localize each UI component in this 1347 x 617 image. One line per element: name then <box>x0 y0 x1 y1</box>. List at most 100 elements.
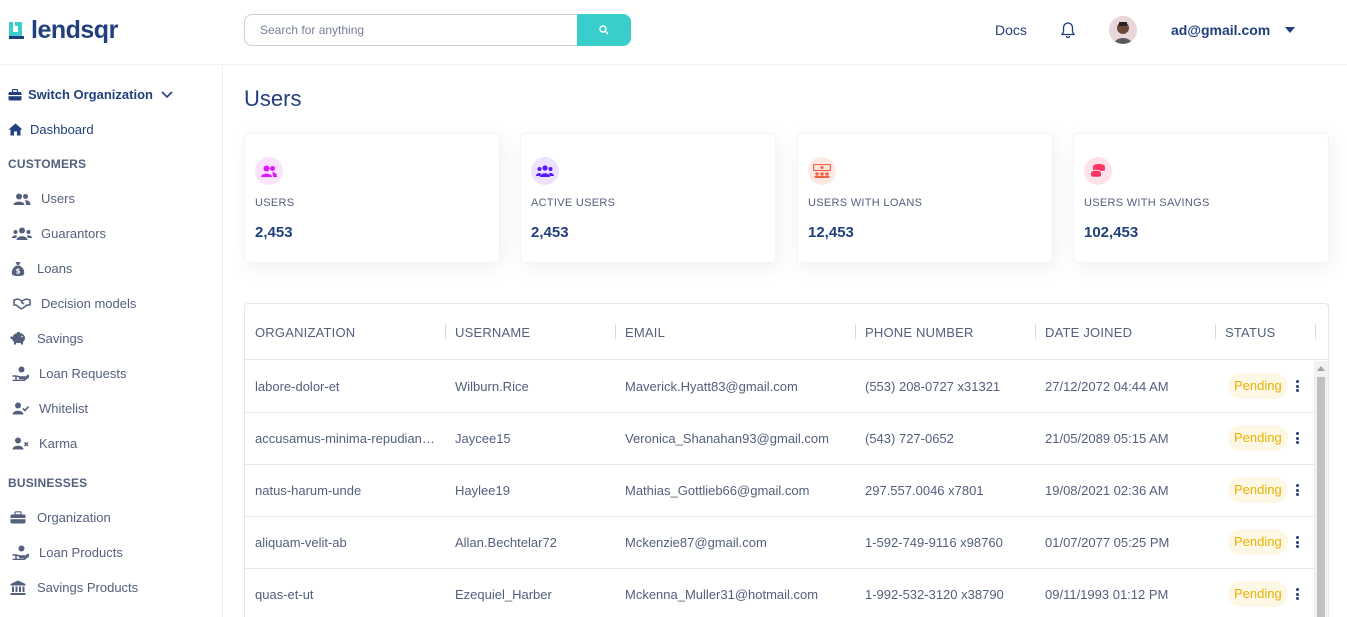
sidebar-item-loan-products[interactable]: Loan Products <box>10 535 233 570</box>
scroll-up-arrow-icon[interactable] <box>1317 366 1325 371</box>
search-icon <box>599 25 609 35</box>
cell-email: Mckenna_Muller31@hotmail.com <box>625 587 819 602</box>
status-badge: Pending <box>1228 373 1288 399</box>
section-heading-customers: CUSTOMERS <box>8 157 87 171</box>
cell-date-joined: 09/11/1993 01:12 PM <box>1045 587 1169 602</box>
loans-icon <box>808 157 836 185</box>
stat-label: USERS <box>255 197 295 209</box>
column-header-status[interactable]: STATUS <box>1225 325 1276 340</box>
sidebar-item-label: Whitelist <box>39 401 89 416</box>
svg-text:$: $ <box>16 268 21 276</box>
cell-phone-number: 1-592-749-9116 x98760 <box>865 535 1003 550</box>
table-row[interactable]: accusamus-minima-repudiandae Jaycee15 Ve… <box>245 413 1315 465</box>
column-header-phone-number[interactable]: PHONE NUMBER <box>865 325 974 340</box>
switch-organization[interactable]: Switch Organization <box>8 77 231 112</box>
column-header-username[interactable]: USERNAME <box>455 325 530 340</box>
stat-value: 2,453 <box>255 224 293 241</box>
cell-username: Jaycee15 <box>455 431 511 446</box>
sidebar-item-savings[interactable]: Savings <box>8 321 231 356</box>
avatar-image <box>1109 16 1137 44</box>
more-options-icon[interactable] <box>1293 534 1301 550</box>
active-users-icon <box>531 157 559 185</box>
cell-phone-number: 1-992-532-3120 x38790 <box>865 587 1004 602</box>
sidebar-item-label: Organization <box>37 510 111 525</box>
sidebar-item-loans[interactable]: $ Loans <box>8 251 231 286</box>
search-bar <box>244 14 631 46</box>
sidebar-item-whitelist[interactable]: Whitelist <box>10 391 233 426</box>
stat-value: 2,453 <box>531 224 569 241</box>
brand-name: lendsqr <box>31 15 118 44</box>
cell-username: Allan.Bechtelar72 <box>455 535 557 550</box>
table-header: ORGANIZATION USERNAME EMAIL PHONE NUMBER… <box>245 304 1328 360</box>
column-divider <box>445 324 446 339</box>
more-options-icon[interactable] <box>1293 586 1301 602</box>
column-header-email[interactable]: EMAIL <box>625 325 665 340</box>
top-bar: lendsqr Docs ad@gmail.com <box>0 0 1347 65</box>
switch-organization-label: Switch Organization <box>28 87 153 102</box>
sidebar-item-label: Users <box>41 191 75 206</box>
users-table: ORGANIZATION USERNAME EMAIL PHONE NUMBER… <box>244 303 1329 617</box>
table-row[interactable]: quas-et-ut Ezequiel_Harber Mckenna_Mulle… <box>245 569 1315 617</box>
cell-email: Mathias_Gottlieb66@gmail.com <box>625 483 810 498</box>
table-row[interactable]: labore-dolor-et Wilburn.Rice Maverick.Hy… <box>245 361 1315 413</box>
cell-date-joined: 27/12/2072 04:44 AM <box>1045 379 1169 394</box>
more-options-icon[interactable] <box>1293 430 1301 446</box>
search-button[interactable] <box>577 14 631 46</box>
cell-organization: labore-dolor-et <box>255 379 340 394</box>
brand-logo[interactable]: lendsqr <box>8 16 118 44</box>
table-scrollbar[interactable] <box>1314 361 1328 617</box>
notification-bell-icon[interactable] <box>1060 21 1076 39</box>
cell-date-joined: 21/05/2089 05:15 AM <box>1045 431 1169 446</box>
sidebar-item-label: Decision models <box>41 296 137 311</box>
cell-organization: accusamus-minima-repudiandae <box>255 431 435 446</box>
sidebar-item-loan-requests[interactable]: Loan Requests <box>10 356 233 391</box>
stat-label: USERS WITH LOANS <box>808 197 923 209</box>
sidebar-item-organization[interactable]: Organization <box>8 500 231 535</box>
users-icon <box>255 157 283 185</box>
cell-date-joined: 19/08/2021 02:36 AM <box>1045 483 1169 498</box>
sidebar-item-label: Karma <box>39 436 78 451</box>
sidebar-item-dashboard[interactable]: Dashboard <box>8 112 231 147</box>
stat-value: 102,453 <box>1084 224 1139 241</box>
sidebar-item-label: Loans <box>37 261 73 276</box>
cell-phone-number: (553) 208-0727 x31321 <box>865 379 1001 394</box>
cell-email: Veronica_Shanahan93@gmail.com <box>625 431 829 446</box>
sidebar-item-users[interactable]: Users <box>12 181 235 216</box>
sidebar-item-label: Dashboard <box>30 122 94 137</box>
sidebar-item-guarantors[interactable]: Guarantors <box>12 216 235 251</box>
users-icon <box>12 193 32 205</box>
table-row[interactable]: natus-harum-unde Haylee19 Mathias_Gottli… <box>245 465 1315 517</box>
more-options-icon[interactable] <box>1293 378 1301 394</box>
sidebar-item-savings-products[interactable]: Savings Products <box>8 570 231 605</box>
cell-email: Mckenzie87@gmail.com <box>625 535 767 550</box>
docs-link[interactable]: Docs <box>995 22 1027 38</box>
page-title: Users <box>244 86 302 111</box>
user-email[interactable]: ad@gmail.com <box>1171 22 1270 38</box>
user-check-icon <box>10 402 30 415</box>
sidebar-item-decision-models[interactable]: Decision models <box>12 286 235 321</box>
home-icon <box>8 123 23 136</box>
column-header-date-joined[interactable]: DATE JOINED <box>1045 325 1132 340</box>
column-header-organization[interactable]: ORGANIZATION <box>255 325 355 340</box>
scrollbar-thumb[interactable] <box>1317 377 1325 617</box>
cell-email: Maverick.Hyatt83@gmail.com <box>625 379 798 394</box>
cell-organization: aliquam-velit-ab <box>255 535 347 550</box>
sidebar-item-karma[interactable]: Karma <box>10 426 233 461</box>
sidebar: Switch Organization Dashboard CUSTOMERS … <box>0 65 223 617</box>
stat-card-users-with-loans: USERS WITH LOANS 12,453 <box>797 133 1053 263</box>
search-input[interactable] <box>244 14 577 46</box>
hand-coin-icon <box>10 545 30 560</box>
user-avatar[interactable] <box>1109 16 1137 44</box>
cell-username: Wilburn.Rice <box>455 379 529 394</box>
table-row[interactable]: aliquam-velit-ab Allan.Bechtelar72 Mcken… <box>245 517 1315 569</box>
savings-icon <box>1084 157 1112 185</box>
chevron-down-icon <box>161 90 173 98</box>
account-dropdown-icon[interactable] <box>1285 27 1295 33</box>
column-divider <box>1315 324 1316 339</box>
briefcase-icon <box>8 511 28 524</box>
column-divider <box>1035 324 1036 339</box>
status-badge: Pending <box>1228 581 1288 607</box>
user-times-icon <box>10 437 30 450</box>
more-options-icon[interactable] <box>1293 482 1301 498</box>
status-badge: Pending <box>1228 529 1288 555</box>
